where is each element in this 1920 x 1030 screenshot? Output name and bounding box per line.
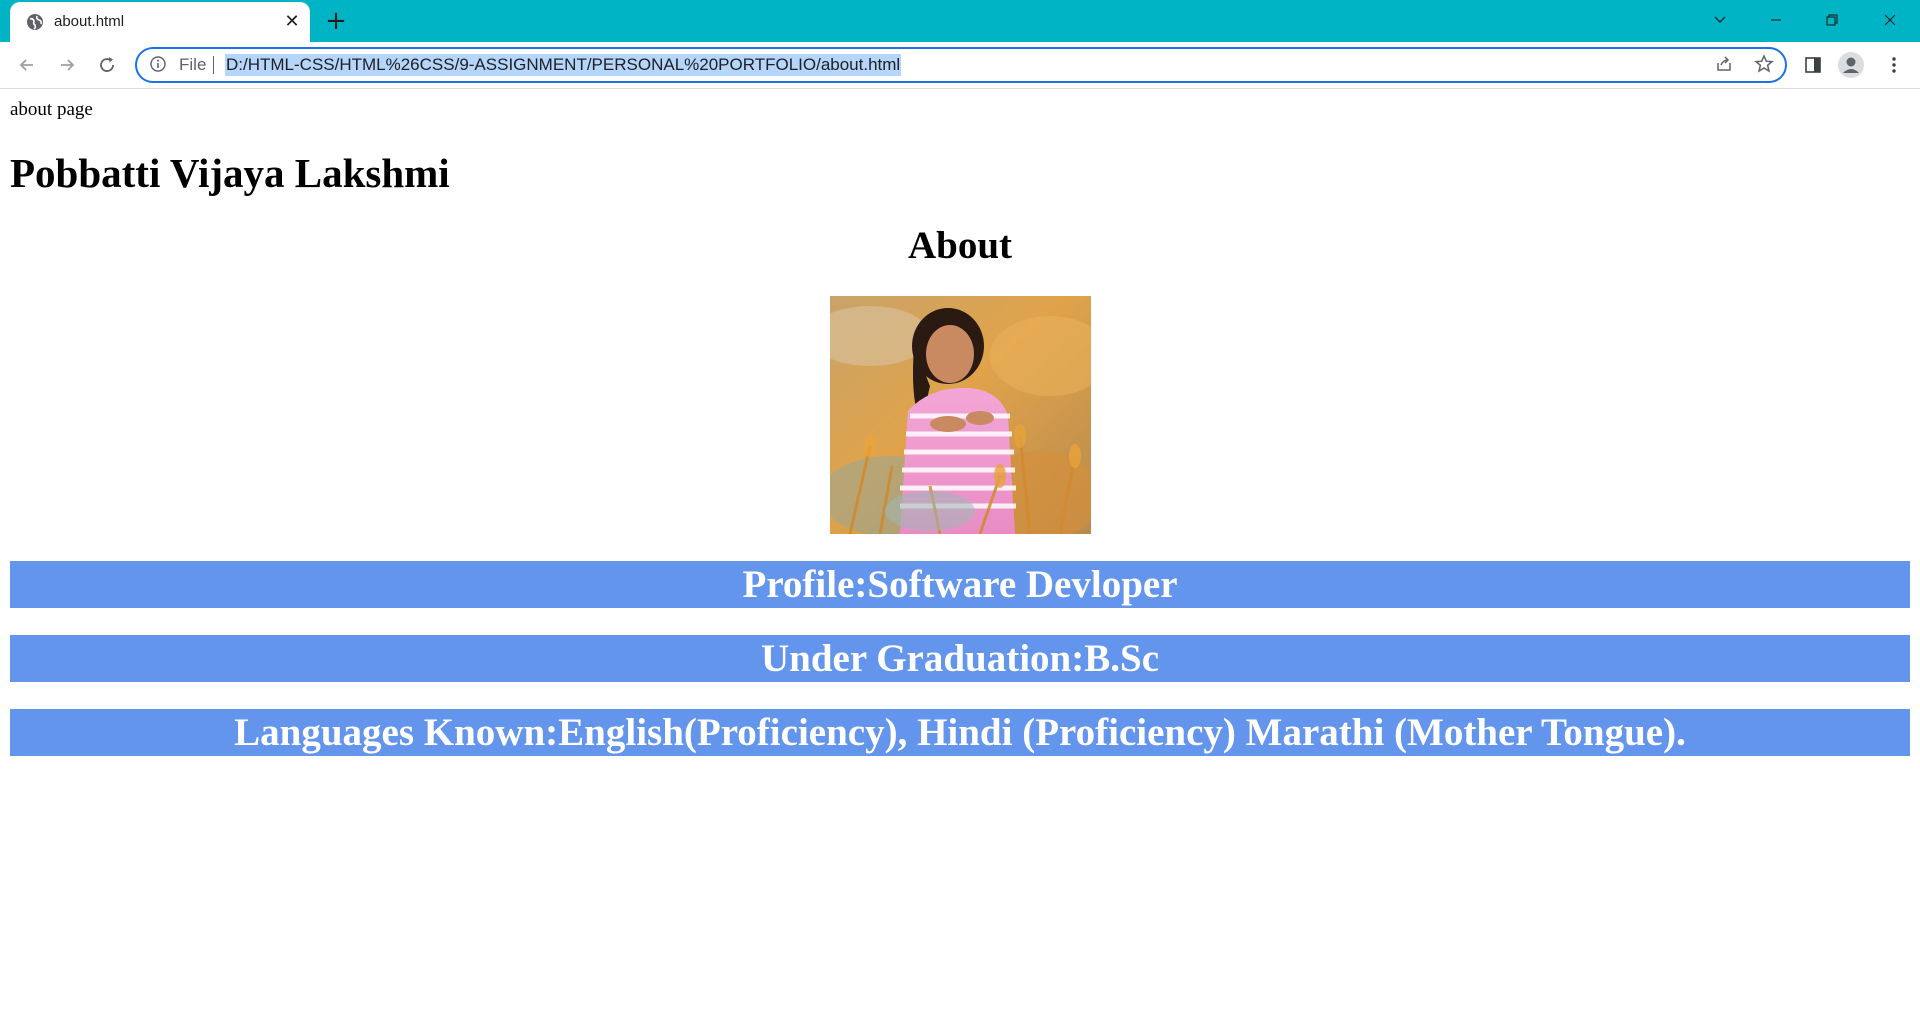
person-name: Pobbatti Vijaya Lakshmi bbox=[10, 150, 450, 196]
chevron-down-icon[interactable] bbox=[1700, 6, 1740, 34]
url-text[interactable]: D:/HTML-CSS/HTML%26CSS/9-ASSIGNMENT/PERS… bbox=[225, 54, 902, 76]
globe-icon bbox=[26, 13, 44, 31]
reload-icon[interactable] bbox=[92, 50, 122, 80]
page-caption: about page bbox=[10, 99, 93, 120]
forward-icon[interactable] bbox=[52, 50, 82, 80]
back-icon[interactable] bbox=[12, 50, 42, 80]
graduation-band: Under Graduation:B.Sc bbox=[10, 635, 1910, 682]
languages-band: Languages Known:English(Proficiency), Hi… bbox=[10, 709, 1910, 756]
about-heading: About bbox=[907, 224, 1013, 267]
browser-toolbar: File D:/HTML-CSS/HTML%26CSS/9-ASSIGNMENT… bbox=[0, 42, 1920, 89]
restore-icon[interactable] bbox=[1812, 6, 1852, 34]
page-content: about page Pobbatti Vijaya Lakshmi About bbox=[0, 89, 1920, 1030]
address-bar[interactable]: File D:/HTML-CSS/HTML%26CSS/9-ASSIGNMENT… bbox=[135, 47, 1787, 83]
profile-icon[interactable] bbox=[1838, 52, 1864, 78]
browser-tab[interactable]: about.html ✕ bbox=[10, 2, 310, 42]
star-icon[interactable] bbox=[1753, 54, 1775, 76]
new-tab-button[interactable]: + bbox=[322, 8, 350, 36]
share-icon[interactable] bbox=[1713, 54, 1735, 76]
tab-title: about.html bbox=[54, 13, 125, 30]
scheme-label: File bbox=[179, 55, 207, 74]
info-icon[interactable] bbox=[150, 56, 166, 72]
address-separator bbox=[213, 56, 214, 74]
profile-photo bbox=[830, 296, 1091, 534]
side-panel-icon[interactable] bbox=[1799, 51, 1827, 79]
close-icon[interactable] bbox=[1870, 6, 1910, 34]
profile-band: Profile:Software Devloper bbox=[10, 561, 1910, 608]
menu-icon[interactable] bbox=[1880, 51, 1908, 79]
browser-title-bar: about.html ✕ + bbox=[0, 0, 1920, 42]
minimize-icon[interactable] bbox=[1756, 6, 1796, 34]
tab-close-icon[interactable]: ✕ bbox=[280, 10, 304, 34]
